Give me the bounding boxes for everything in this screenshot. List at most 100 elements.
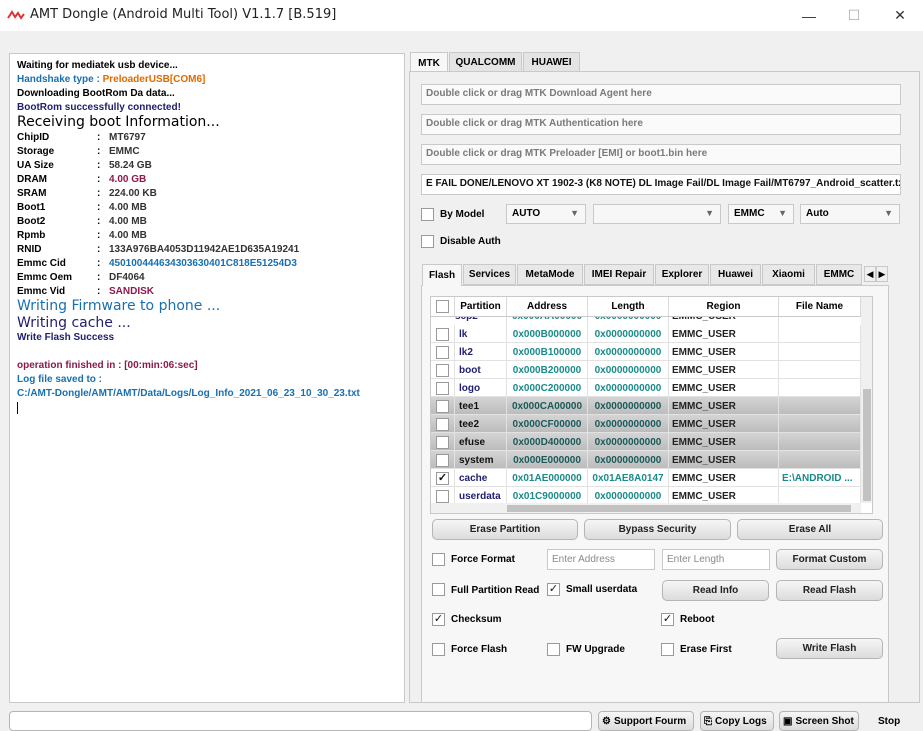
screen-shot-button[interactable]: ▣ Screen Shot (779, 711, 859, 731)
select-all-checkbox[interactable] (436, 300, 449, 313)
address-cell: 0x000E000000 (507, 451, 588, 469)
tab-mtk[interactable]: MTK (410, 52, 448, 73)
table-row[interactable]: logo 0x000C200000 0x0000000000 EMMC_USER (431, 379, 861, 397)
header-region[interactable]: Region (669, 297, 779, 317)
checkbox-cell (431, 397, 455, 415)
force-format-checkbox[interactable] (432, 553, 445, 566)
erase-all-button[interactable]: Erase All (737, 519, 883, 540)
tab-huawei-sub[interactable]: Huawei (710, 264, 761, 285)
info-value: 4.00 MB (109, 230, 147, 241)
horizontal-scrollbar[interactable] (431, 503, 861, 513)
info-colon: : (97, 202, 101, 213)
reboot-checkbox[interactable]: ✓ (661, 613, 674, 626)
format-custom-button[interactable]: Format Custom (776, 549, 883, 570)
support-forum-button[interactable]: ⚙ Support Fourm (598, 711, 694, 731)
row-checkbox[interactable] (436, 345, 449, 359)
length-cell: 0x0000000000 (588, 379, 669, 397)
info-colon: : (97, 258, 101, 269)
table-row[interactable]: lk 0x000B000000 0x0000000000 EMMC_USER (431, 325, 861, 343)
info-key: Storage (17, 146, 55, 157)
mode-select-value: Auto (806, 208, 829, 219)
preloader-field[interactable]: Double click or drag MTK Preloader [EMI]… (421, 144, 901, 165)
header-address[interactable]: Address (507, 297, 588, 317)
tab-scroll-right-icon[interactable]: ▶ (876, 266, 888, 282)
partition-table[interactable]: scp2 0x000AA00000 0x0000000000 EMMC_USER… (430, 296, 873, 514)
small-userdata-checkbox[interactable]: ✓ (547, 583, 560, 596)
tab-services[interactable]: Services (463, 264, 516, 285)
header-length[interactable]: Length (588, 297, 669, 317)
tab-emmc[interactable]: EMMC (816, 264, 862, 285)
log-panel[interactable]: Waiting for mediatek usb device... Hands… (9, 53, 405, 703)
row-checkbox[interactable] (436, 327, 449, 341)
close-button[interactable]: ✕ (877, 0, 923, 31)
header-file-name[interactable]: File Name (779, 297, 861, 317)
select-all-header[interactable] (431, 297, 455, 317)
minimize-button[interactable]: — (786, 0, 832, 31)
tab-imei-repair[interactable]: IMEI Repair (584, 264, 654, 285)
info-key: SRAM (17, 188, 47, 199)
table-row[interactable]: system 0x000E000000 0x0000000000 EMMC_USER (431, 451, 861, 469)
bypass-security-button[interactable]: Bypass Security (584, 519, 731, 540)
table-row[interactable]: tee1 0x000CA00000 0x0000000000 EMMC_USER (431, 397, 861, 415)
disable-auth-label: Disable Auth (440, 236, 501, 247)
scatter-field[interactable]: E FAIL DONE/LENOVO XT 1902-3 (K8 NOTE) D… (421, 174, 901, 195)
table-row[interactable]: ✓ cache 0x01AE000000 0x01AE8A0147 EMMC_USER E… (431, 469, 861, 487)
copy-logs-button[interactable]: ⎘ Copy Logs (700, 711, 774, 731)
variant-select[interactable]: ▼ (593, 204, 721, 224)
checksum-checkbox[interactable]: ✓ (432, 613, 445, 626)
read-info-button[interactable]: Read Info (662, 580, 769, 601)
row-checkbox[interactable] (436, 381, 449, 395)
scrollbar-thumb[interactable] (863, 389, 871, 501)
table-row[interactable]: boot 0x000B200000 0x0000000000 EMMC_USER (431, 361, 861, 379)
row-checkbox[interactable] (436, 363, 449, 377)
download-agent-field[interactable]: Double click or drag MTK Download Agent … (421, 84, 901, 105)
fw-upgrade-checkbox[interactable] (547, 643, 560, 656)
tab-flash[interactable]: Flash (422, 264, 462, 286)
disable-auth-checkbox[interactable] (421, 235, 434, 248)
read-flash-button[interactable]: Read Flash (776, 580, 883, 601)
full-partition-read-checkbox[interactable] (432, 583, 445, 596)
table-row[interactable]: tee2 0x000CF00000 0x0000000000 EMMC_USER (431, 415, 861, 433)
header-partition[interactable]: Partition (455, 297, 507, 317)
address-cell: 0x01AE000000 (507, 469, 588, 487)
model-select-value: AUTO (512, 208, 541, 219)
row-checkbox[interactable]: ✓ (436, 471, 449, 485)
mode-select[interactable]: Auto ▼ (800, 204, 900, 224)
erase-first-checkbox[interactable] (661, 643, 674, 656)
write-flash-button[interactable]: Write Flash (776, 638, 883, 659)
row-checkbox[interactable] (436, 417, 449, 431)
force-flash-checkbox[interactable] (432, 643, 445, 656)
model-select[interactable]: AUTO ▼ (506, 204, 586, 224)
tab-explorer[interactable]: Explorer (655, 264, 709, 285)
by-model-checkbox[interactable] (421, 208, 434, 221)
row-checkbox[interactable] (436, 399, 449, 413)
length-cell: 0x01AE8A0147 (588, 469, 669, 487)
row-checkbox[interactable] (436, 453, 449, 467)
tab-huawei[interactable]: HUAWEI (523, 52, 580, 72)
scrollbar-thumb[interactable] (507, 505, 851, 512)
partition-cell: lk2 (455, 343, 507, 361)
authentication-field[interactable]: Double click or drag MTK Authentication … (421, 114, 901, 135)
row-checkbox[interactable] (436, 435, 449, 449)
copy-icon: ⎘ (704, 715, 712, 727)
stop-button[interactable]: Stop (878, 716, 900, 727)
erase-partition-button[interactable]: Erase Partition (432, 519, 578, 540)
length-cell: 0x0000000000 (588, 415, 669, 433)
length-input[interactable]: Enter Length (662, 549, 770, 570)
file-name-cell (779, 451, 861, 469)
address-input[interactable]: Enter Address (547, 549, 655, 570)
address-cell: 0x000CF00000 (507, 415, 588, 433)
table-row[interactable]: lk2 0x000B100000 0x0000000000 EMMC_USER (431, 343, 861, 361)
vertical-scrollbar[interactable] (861, 297, 872, 503)
maximize-button[interactable]: ☐ (831, 0, 877, 31)
row-checkbox[interactable] (436, 489, 449, 503)
checkbox-cell (431, 325, 455, 343)
table-row[interactable]: efuse 0x000D400000 0x0000000000 EMMC_USER (431, 433, 861, 451)
region-cell: EMMC_USER (669, 469, 779, 487)
storage-select[interactable]: EMMC ▼ (728, 204, 794, 224)
tab-metamode[interactable]: MetaMode (517, 264, 583, 285)
tab-xiaomi[interactable]: Xiaomi (762, 264, 815, 285)
tab-scroll-left-icon[interactable]: ◀ (864, 266, 876, 282)
tab-qualcomm[interactable]: QUALCOMM (449, 52, 522, 72)
info-colon: : (97, 272, 101, 283)
